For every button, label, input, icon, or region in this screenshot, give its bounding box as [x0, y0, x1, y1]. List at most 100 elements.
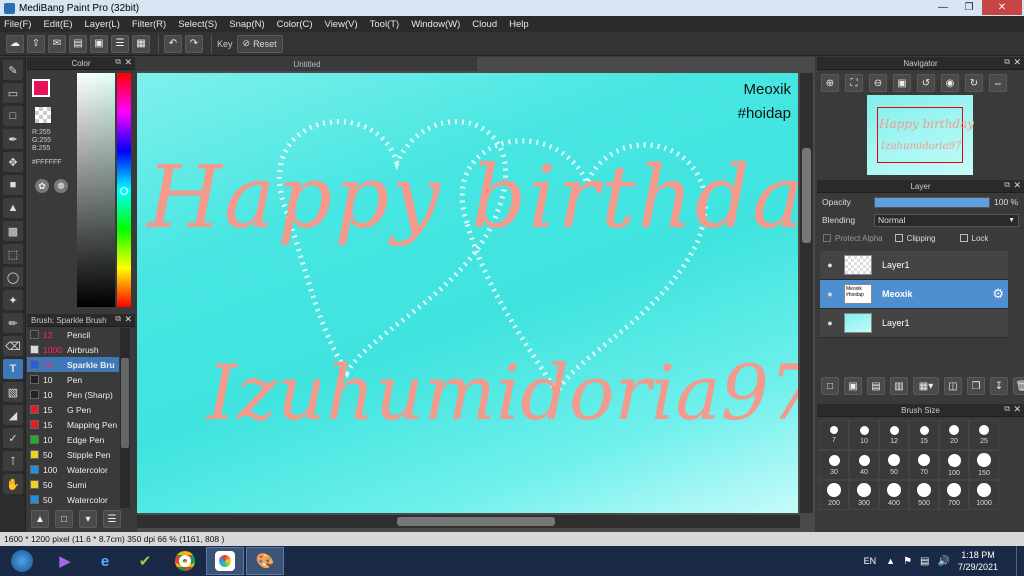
document-tab[interactable]: Untitled [137, 57, 477, 71]
horizontal-scrollbar[interactable] [137, 515, 800, 528]
navigator-preview[interactable]: Happy birthday Izuhumidoria97 [867, 95, 974, 175]
brush-item[interactable]: 15 Mapping Pen [27, 417, 119, 432]
layer-row-selected[interactable]: ● Meoxik #hoidap Meoxik ⚙ [820, 280, 1008, 309]
visibility-icon[interactable]: ● [820, 289, 840, 299]
flag-icon[interactable]: ⚑ [903, 556, 912, 567]
move-tool-icon[interactable]: ✥ [3, 152, 23, 172]
internet-explorer-icon[interactable]: e [86, 547, 124, 575]
menu-edit[interactable]: Edit(E) [43, 19, 72, 30]
new-halftone-layer-icon[interactable]: ▤ [867, 377, 885, 395]
popout-icon[interactable]: ⧉ [1004, 180, 1010, 190]
delete-layer-icon[interactable]: 🗑 [1013, 377, 1024, 395]
redo-icon[interactable]: ↷ [185, 34, 203, 53]
fill-rect-tool-icon[interactable]: ■ [3, 175, 23, 195]
menu-tool[interactable]: Tool(T) [370, 19, 400, 30]
menu-view[interactable]: View(V) [325, 19, 358, 30]
pen-tool-icon[interactable]: ✒ [3, 129, 23, 149]
menu-color[interactable]: Color(C) [277, 19, 313, 30]
brush-size-option[interactable]: 40 [849, 450, 879, 480]
select-eraser-tool-icon[interactable]: ⌫ [3, 336, 23, 356]
popout-icon[interactable]: ⧉ [115, 57, 121, 67]
brush-size-option[interactable]: 7 [819, 420, 849, 450]
close-icon[interactable]: ✕ [1013, 57, 1021, 68]
select-rect-tool-icon[interactable]: ⬚ [3, 244, 23, 264]
close-icon[interactable]: ✕ [1013, 180, 1021, 191]
menu-file[interactable]: File(F) [4, 19, 31, 30]
chrome-icon[interactable] [166, 547, 204, 575]
medibang-taskbar-icon[interactable] [206, 547, 244, 575]
zoom-fit-icon[interactable]: ⛶ [845, 74, 863, 92]
brush-size-option[interactable]: 30 [819, 450, 849, 480]
start-button-icon[interactable] [0, 547, 44, 575]
menu-filter[interactable]: Filter(R) [132, 19, 166, 30]
restore-button[interactable]: ❐ [956, 0, 982, 15]
popout-icon[interactable]: ⧉ [1004, 404, 1010, 414]
minimize-button[interactable]: — [930, 0, 956, 15]
new-layer-icon[interactable]: □ [821, 377, 839, 395]
brush-size-option[interactable]: 50 [879, 450, 909, 480]
layer-row[interactable]: ● Layer1 [820, 251, 1008, 280]
rotate-reset-icon[interactable]: ◉ [941, 74, 959, 92]
brush-size-option[interactable]: 400 [879, 480, 909, 510]
eyedropper-tool-icon[interactable]: ✓ [3, 428, 23, 448]
transparent-swatch[interactable] [35, 107, 51, 123]
brush-item[interactable]: 50 Stipple Pen [27, 447, 119, 462]
network-icon[interactable]: ▤ [920, 556, 929, 567]
brush-size-option[interactable]: 10 [849, 420, 879, 450]
menu-snap[interactable]: Snap(N) [229, 19, 264, 30]
clock[interactable]: 1:18 PM 7/29/2021 [958, 549, 998, 573]
opacity-slider[interactable] [874, 196, 990, 208]
select-pen-tool-icon[interactable]: ✏ [3, 313, 23, 333]
dropper-tool-icon[interactable]: ⊺ [3, 451, 23, 471]
tray-arrow-icon[interactable]: ▲ [886, 556, 895, 566]
eraser-tool-icon[interactable]: ▭ [3, 83, 23, 103]
zoom-out-icon[interactable]: ⊖ [869, 74, 887, 92]
brush-item[interactable]: 50 Sumi [27, 477, 119, 492]
brush-size-option[interactable]: 70 [909, 450, 939, 480]
language-indicator[interactable]: EN [864, 556, 877, 566]
brush-item[interactable]: 50 Watercolor [27, 492, 119, 507]
brush-item[interactable]: 10 Pen [27, 372, 119, 387]
duplicate-layer-icon[interactable]: ❐ [967, 377, 985, 395]
vertical-scrollbar[interactable] [800, 73, 813, 513]
drawing-canvas[interactable]: Meoxik #hoidap Happy birthday Izuhumidor… [137, 73, 798, 513]
undo-icon[interactable]: ↶ [164, 34, 182, 53]
folder-icon[interactable]: ◫ [944, 377, 962, 395]
list-icon[interactable]: ☰ [111, 34, 129, 53]
brush-size-option[interactable]: 15 [909, 420, 939, 450]
popout-icon[interactable]: ⧉ [1004, 57, 1010, 67]
color-wheel-icon[interactable]: ✿ [35, 179, 49, 193]
hand-tool-icon[interactable]: ✋ [3, 474, 23, 494]
brush-size-option[interactable]: 12 [879, 420, 909, 450]
primary-color-swatch[interactable] [32, 79, 50, 97]
brush-item[interactable]: 1000 Airbrush [27, 342, 119, 357]
shape-tool-icon[interactable]: □ [3, 106, 23, 126]
popout-icon[interactable]: ⧉ [115, 314, 121, 324]
menu-select[interactable]: Select(S) [178, 19, 217, 30]
brush-size-option[interactable]: 200 [819, 480, 849, 510]
color-saturation-field[interactable] [77, 73, 115, 307]
reset-button[interactable]: ⊘ Reset [236, 34, 283, 53]
brush-size-option[interactable]: 1000 [969, 480, 999, 510]
brush-item[interactable]: 100 Watercolor [27, 462, 119, 477]
close-icon[interactable]: ✕ [1013, 404, 1021, 415]
document-icon[interactable]: ▣ [90, 34, 108, 53]
volume-icon[interactable]: 🔊 [938, 556, 950, 567]
menu-cloud[interactable]: Cloud [472, 19, 497, 30]
brush-item[interactable]: 10 Edge Pen [27, 432, 119, 447]
layer-row[interactable]: ● Layer1 [820, 309, 1008, 338]
brush-menu-icon[interactable]: ▾ [79, 510, 97, 528]
menu-help[interactable]: Help [509, 19, 529, 30]
blending-select[interactable]: Normal ▼ [874, 213, 1019, 227]
flip-icon[interactable]: ⇔ [989, 74, 1007, 92]
brush-item-selected[interactable]: 70 Sparkle Bru [27, 357, 119, 372]
palette-icon[interactable]: ❁ [54, 179, 68, 193]
close-icon[interactable]: ✕ [124, 314, 132, 325]
paint-taskbar-icon[interactable]: 🎨 [246, 547, 284, 575]
close-button[interactable]: ✕ [982, 0, 1022, 15]
brush-item[interactable]: 15 G Pen [27, 402, 119, 417]
brush-size-option[interactable]: 20 [939, 420, 969, 450]
protect-alpha-checkbox[interactable] [823, 234, 831, 242]
close-icon[interactable]: ✕ [124, 57, 132, 68]
gear-icon[interactable]: ⚙ [992, 286, 1004, 302]
